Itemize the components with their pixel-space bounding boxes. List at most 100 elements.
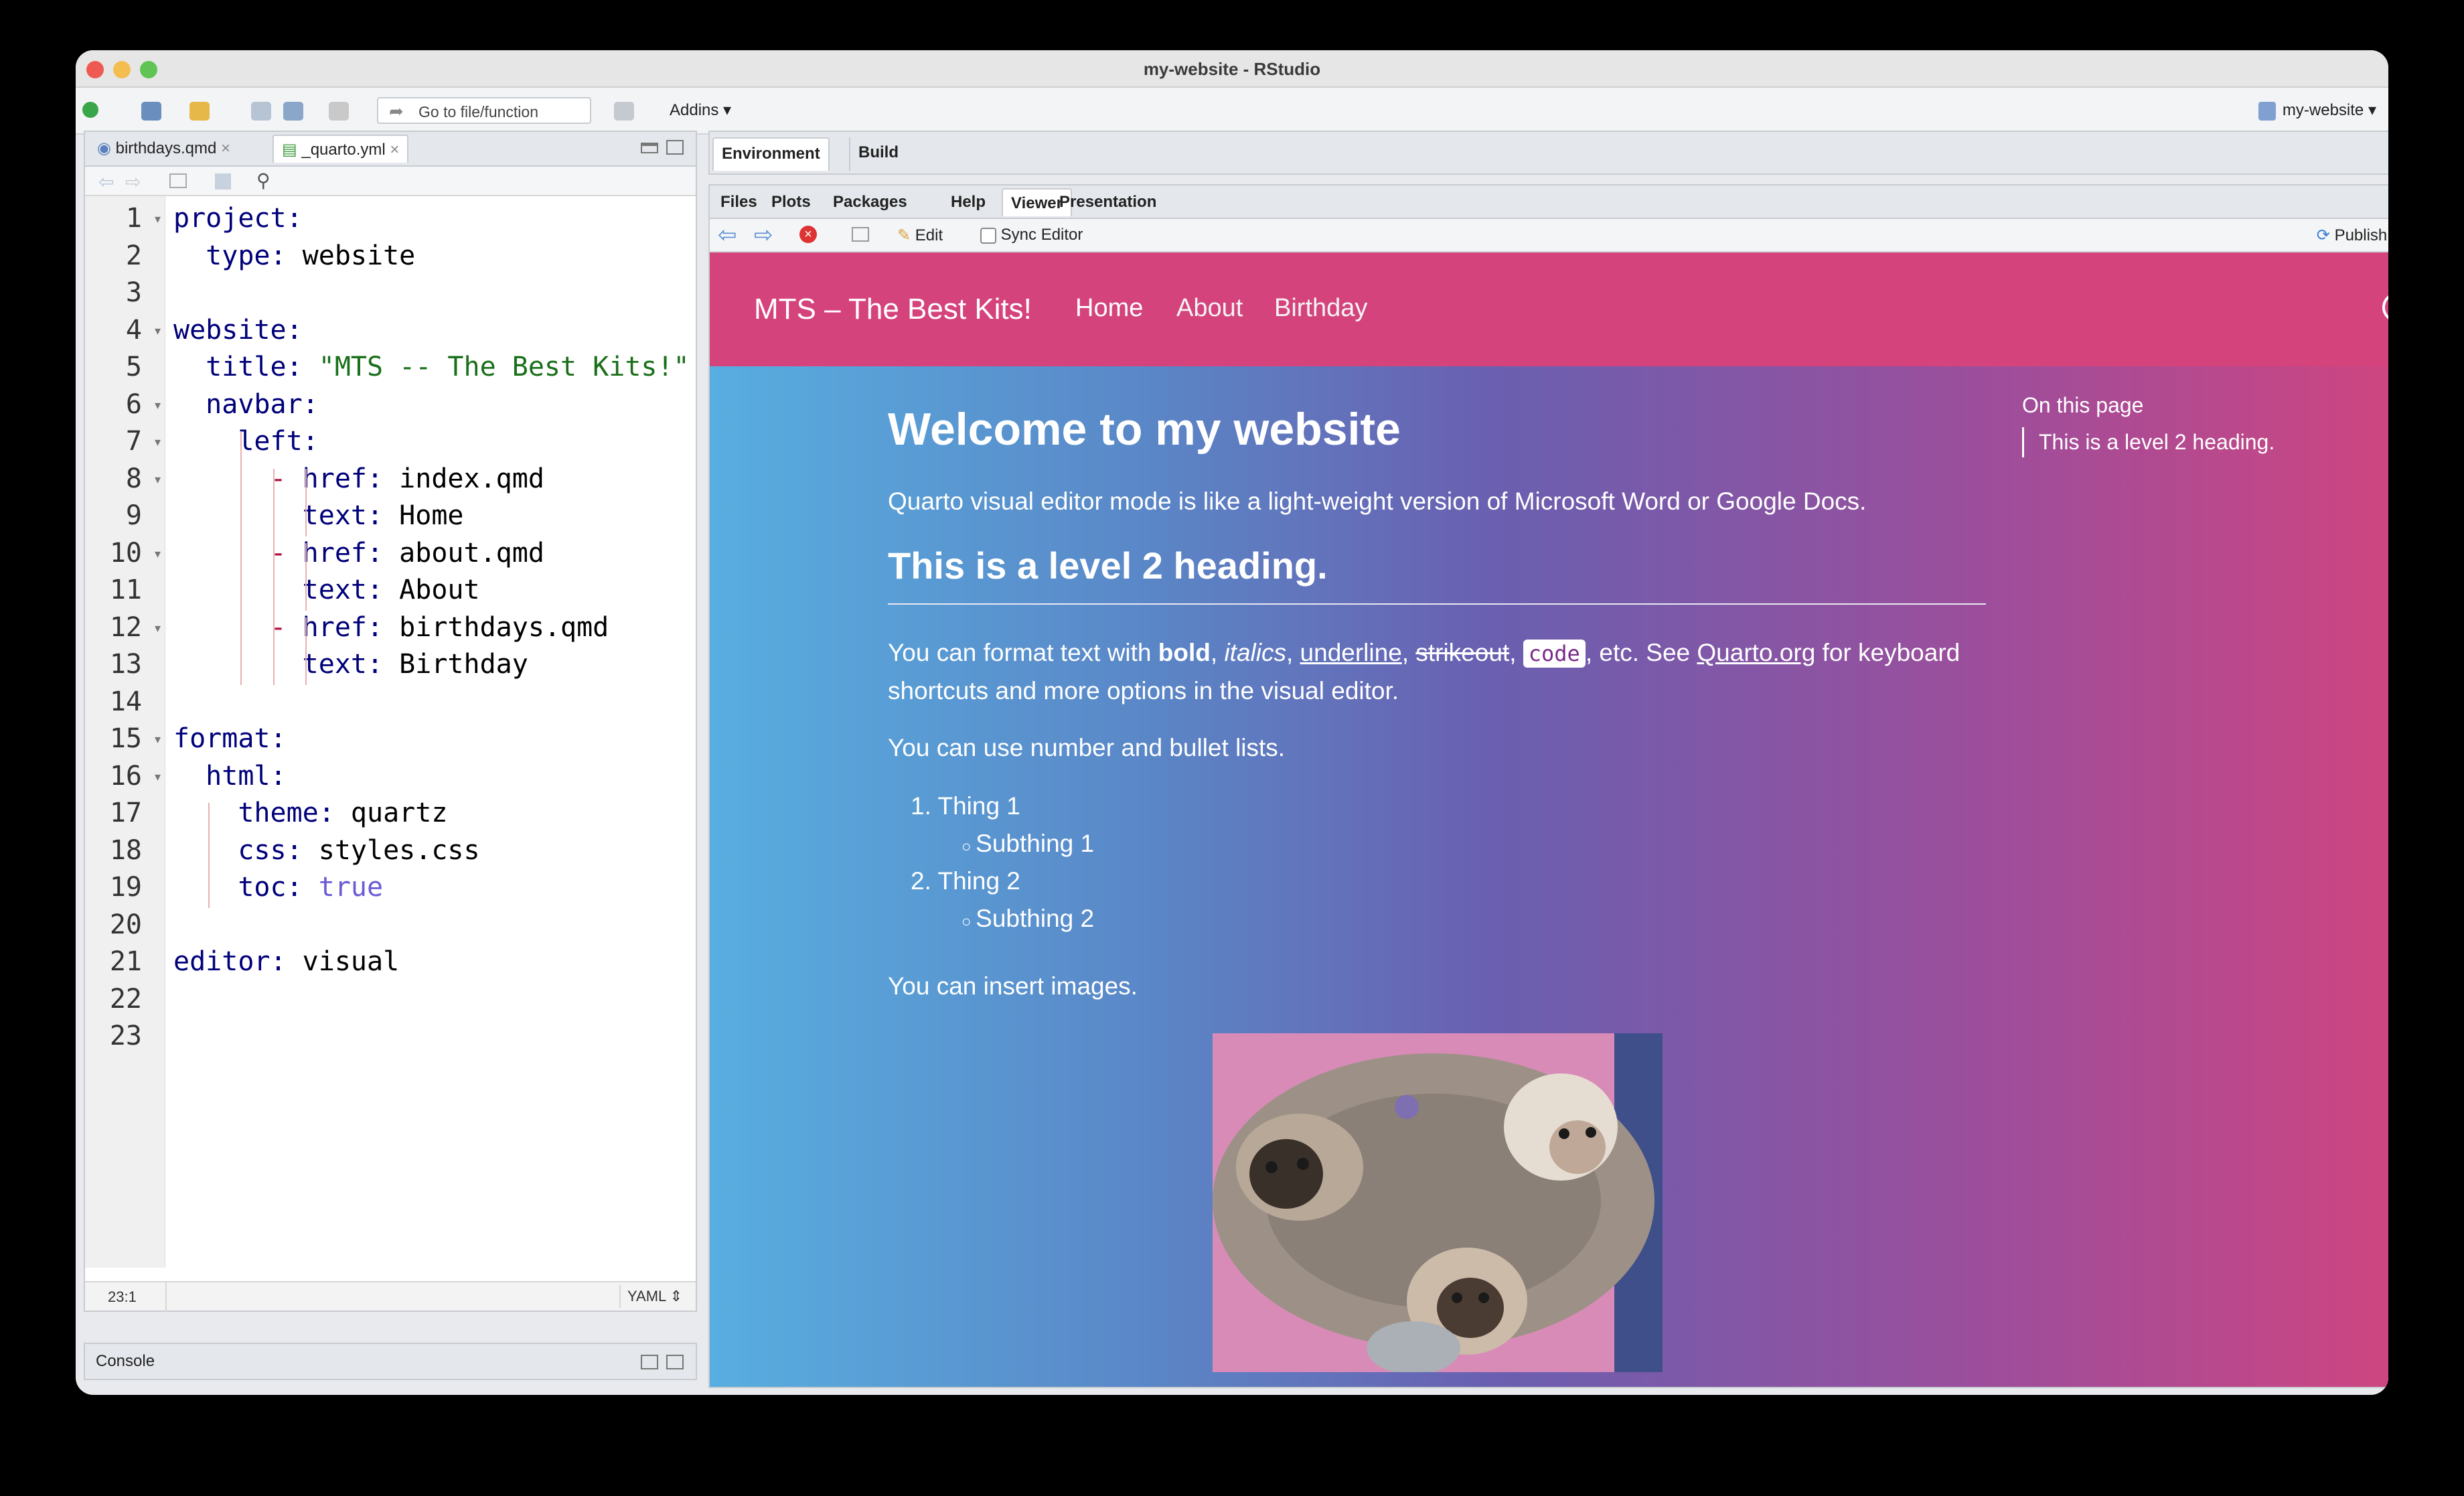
project-menu[interactable]: my-website ▾ [2258,100,2376,121]
line-number: 17 [109,798,142,828]
images-paragraph: You can insert images. [888,972,1138,1000]
search-icon[interactable]: ⚲ [256,169,271,192]
search-icon[interactable] [2382,293,2388,322]
line-number: 3 [125,277,142,308]
maximize-pane-icon[interactable] [666,140,684,155]
fold-chevron-icon[interactable]: ▾ [155,435,161,449]
title-bar: my-website - RStudio [76,50,2388,88]
tab-environment[interactable]: Environment [712,137,830,171]
minimize-pane-icon[interactable] [641,143,658,153]
back-icon[interactable]: ⇦ [718,222,737,248]
tab-plots[interactable]: Plots [763,188,819,216]
bullet-icon: ○ [961,913,976,931]
line-number: 11 [109,575,142,605]
fold-chevron-icon[interactable]: ▾ [155,733,161,747]
qmd-file-icon: ◉ [97,139,116,157]
forward-icon[interactable]: ⇨ [754,222,773,248]
forward-icon[interactable]: ⇨ [125,171,141,193]
fold-chevron-icon[interactable]: ▾ [155,398,161,413]
goto-file-input[interactable]: ➦ Go to file/function [377,97,591,124]
console-label: Console [96,1352,155,1370]
sync-editor-checkbox[interactable]: Sync Editor [980,226,1083,244]
console-pane[interactable]: Console [84,1343,697,1380]
rendered-website: MTS – The Best Kits! Home About Birthday… [710,252,2388,1387]
nav-birthday-link[interactable]: Birthday [1274,294,1367,323]
line-number: 22 [109,983,142,1015]
close-tab-icon[interactable]: × [390,141,399,159]
close-tab-icon[interactable]: × [221,139,230,157]
back-icon[interactable]: ⇦ [98,171,114,193]
edit-button[interactable]: ✎ Edit [897,226,943,245]
edit-label: Edit [915,226,943,244]
save-icon[interactable] [251,102,271,121]
line-number: 8 [125,463,142,494]
intro-paragraph: Quarto visual editor mode is like a ligh… [888,488,1867,515]
site-brand-link[interactable]: MTS – The Best Kits! [754,293,1032,326]
project-label: my-website [2282,101,2364,119]
fold-chevron-icon[interactable]: ▾ [155,547,161,561]
pencil-icon: ✎ [897,226,911,244]
line-number: 10 [109,537,142,569]
site-navbar: MTS – The Best Kits! Home About Birthday [710,252,2388,366]
kittens-photo [1213,1033,1663,1372]
editor-status-bar: 23:1 YAML ⇕ [85,1281,696,1312]
line-number: 2 [125,240,142,271]
file-type-select[interactable]: YAML ⇕ [619,1285,689,1308]
project-icon [2258,101,2276,121]
tab-build[interactable]: Build [849,137,907,171]
table-of-contents: On this page This is a level 2 heading. [2022,393,2275,457]
format-paragraph: You can format text with bold, italics, … [888,639,1960,704]
save-all-icon[interactable] [283,102,303,121]
maximize-pane-icon[interactable] [666,1355,684,1369]
code-line: css: styles.css [238,834,480,866]
nav-home-link[interactable]: Home [1075,294,1143,323]
show-in-window-icon[interactable] [852,227,869,242]
line-number-gutter: 1 ▾ 2 3 4 ▾ 5 6 ▾ 7 ▾ 8 ▾ 9 10 ▾ 11 12 ▾ 13 14 15 ▾ 16 ▾ 17 18 19 20… [85,196,165,1268]
line-number: 6 [125,388,142,420]
indent-guide [305,542,307,611]
tab-birthdays-qmd[interactable]: ◉ birthdays.qmd × [89,135,238,163]
tab-files[interactable]: Files [712,188,765,216]
line-number: 9 [125,500,142,531]
line-number: 1 [125,203,142,234]
code-line: website: [173,314,303,346]
format-text: You can format text with [888,639,1158,666]
fold-chevron-icon[interactable]: ▾ [155,324,161,338]
fold-chevron-icon[interactable]: ▾ [155,770,161,784]
list-item: ○ Subthing 1 [961,830,1094,858]
tab-packages[interactable]: Packages [825,188,915,216]
print-icon[interactable] [329,102,349,121]
fold-chevron-icon[interactable]: ▾ [155,621,161,635]
rstudio-window: my-website - RStudio ➦ Go to file/functi… [76,50,2388,1395]
stop-icon[interactable]: × [799,226,817,243]
restore-pane-icon[interactable] [641,1355,658,1369]
code-line: - href: index.qmd [270,463,544,494]
tab-presentation[interactable]: Presentation [1051,188,1164,216]
open-file-icon[interactable] [189,102,210,121]
tab-help[interactable]: Help [943,188,994,216]
quarto-org-link[interactable]: Quarto.org [1697,639,1815,666]
viewer-pane: Files Plots Packages Help Viewer Presentation… [708,184,2388,1388]
addins-menu[interactable]: Addins ▾ [670,100,731,120]
list-item-text: Subthing 2 [976,905,1095,932]
code-line: left: [238,426,319,457]
window-title: my-website - RStudio [1143,59,1321,79]
line-number: 21 [109,946,142,977]
nav-about-link[interactable]: About [1176,294,1243,323]
new-project-icon[interactable] [141,102,161,121]
show-in-window-icon[interactable] [169,173,187,188]
save-icon[interactable] [215,173,231,190]
indent-guide [208,803,210,908]
new-file-icon[interactable] [82,102,98,118]
main-toolbar: ➦ Go to file/function Addins ▾ my-websit… [76,88,2388,135]
italic-text: italics [1224,639,1286,666]
fold-chevron-icon[interactable]: ▾ [155,473,161,487]
toc-link[interactable]: This is a level 2 heading. [2022,427,2275,457]
publish-button[interactable]: ⟳ Publish ▾ [2317,226,2388,245]
list-item: ○ Subthing 2 [961,905,1094,933]
fold-chevron-icon[interactable]: ▾ [155,212,161,226]
tab-quarto-yml[interactable]: ▤ _quarto.yml × [273,135,409,163]
editor-toolbar: ⇦ ⇨ ⚲ [85,167,696,196]
grid-layout-icon[interactable] [614,102,634,121]
code-line: project: [173,203,303,234]
